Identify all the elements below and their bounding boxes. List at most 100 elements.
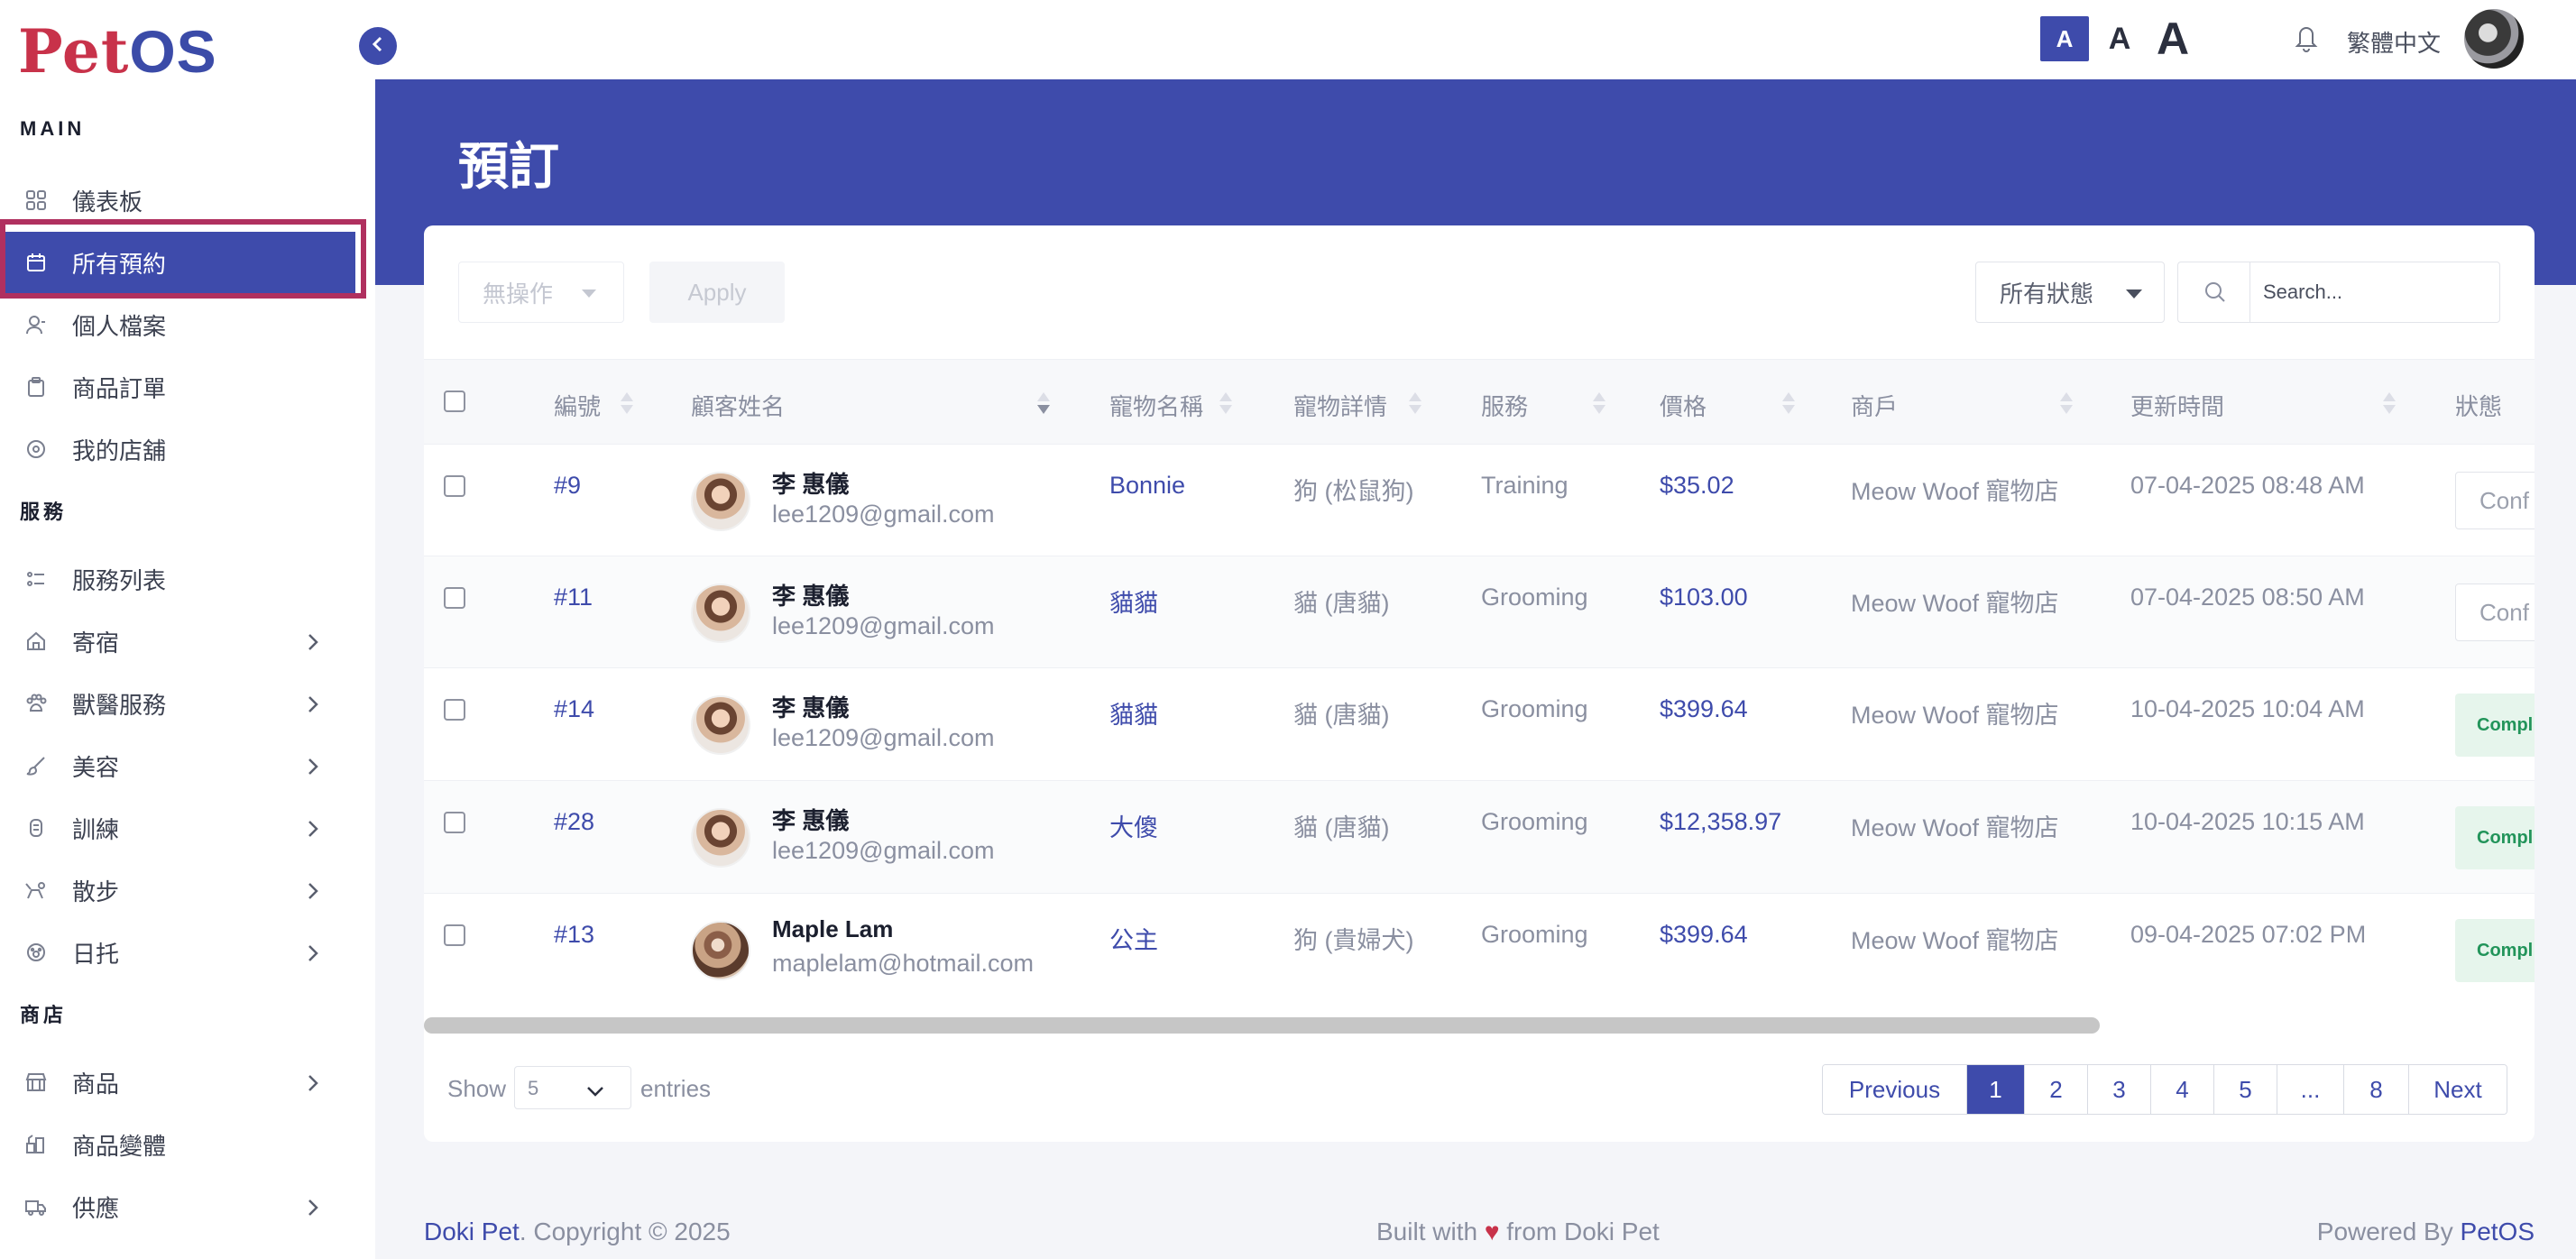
chevron-right-icon — [307, 942, 319, 970]
completed-status-badge: Compl — [2455, 806, 2535, 869]
footer-built-with: Built with ♥ from Doki Pet — [1376, 1218, 1660, 1246]
sidebar-item-grooming[interactable]: 美容 — [0, 735, 364, 796]
pagination-page-1[interactable]: 1 — [1967, 1065, 2025, 1114]
sidebar-item-label: 供應 — [72, 1194, 120, 1222]
sidebar-item-product-variants[interactable]: 商品變體 — [0, 1114, 364, 1175]
customer-avatar — [691, 695, 750, 755]
column-header-pet-details[interactable]: 寵物詳情 — [1293, 389, 1387, 422]
row-checkbox[interactable] — [444, 699, 465, 721]
service: Grooming — [1481, 584, 1588, 611]
row-checkbox[interactable] — [444, 812, 465, 833]
booking-id[interactable]: #9 — [554, 472, 581, 500]
table-row[interactable]: #13 Maple Lam maplelam@hotmail.com 公主 狗 … — [424, 893, 2535, 1006]
section-label-main: MAIN — [20, 117, 86, 140]
booking-id[interactable]: #14 — [554, 695, 594, 723]
sidebar-item-my-store[interactable]: 我的店舖 — [0, 418, 364, 480]
bell-icon[interactable] — [2293, 22, 2320, 54]
sidebar-collapse-button[interactable] — [359, 27, 397, 65]
medal-icon — [25, 817, 47, 839]
footer-petos-link[interactable]: PetOS — [2461, 1218, 2535, 1245]
row-checkbox[interactable] — [444, 475, 465, 497]
sort-icon[interactable] — [1037, 392, 1050, 418]
sidebar-item-profile[interactable]: 個人檔案 — [0, 294, 364, 355]
select-all-checkbox[interactable] — [444, 391, 465, 412]
column-header-customer[interactable]: 顧客姓名 — [691, 389, 785, 422]
section-label-shop: 商店 — [20, 1004, 68, 1026]
pagination-page-2[interactable]: 2 — [2025, 1065, 2088, 1114]
customer-email: lee1209@gmail.com — [772, 837, 995, 864]
shop-icon — [25, 1071, 47, 1093]
column-header-updated[interactable]: 更新時間 — [2130, 389, 2224, 422]
sidebar-item-boarding[interactable]: 寄宿 — [0, 611, 364, 672]
pagination-page-3[interactable]: 3 — [2088, 1065, 2151, 1114]
confirm-status-button[interactable]: Conf — [2455, 472, 2535, 529]
pagination-page-5[interactable]: 5 — [2214, 1065, 2277, 1114]
user-avatar[interactable] — [2464, 9, 2524, 69]
sidebar-item-products[interactable]: 商品 — [0, 1052, 364, 1113]
bulk-action-select[interactable]: 無操作 — [458, 262, 624, 323]
pet-name[interactable]: Bonnie — [1109, 472, 1185, 500]
price: $399.64 — [1660, 695, 1748, 722]
column-header-status[interactable]: 狀態 — [2455, 389, 2502, 422]
sidebar-item-training[interactable]: 訓練 — [0, 797, 364, 859]
font-size-small-button[interactable]: A — [2040, 16, 2089, 61]
completed-status-badge: Compl — [2455, 694, 2535, 757]
pet-name[interactable]: 貓貓 — [1109, 695, 1158, 731]
table-row[interactable]: #11 李 惠儀 lee1209@gmail.com 貓貓 貓 (唐貓) Gro… — [424, 556, 2535, 668]
language-selector[interactable]: 繁體中文 — [2347, 25, 2441, 59]
column-header-pet-name[interactable]: 寵物名稱 — [1109, 389, 1203, 422]
petos-logo[interactable]: PetOS — [18, 16, 217, 87]
sort-icon[interactable] — [1782, 392, 1795, 418]
booking-id[interactable]: #11 — [554, 584, 593, 611]
column-header-id[interactable]: 編號 — [554, 389, 601, 422]
row-checkbox[interactable] — [444, 587, 465, 609]
horizontal-scrollbar[interactable] — [424, 1017, 2100, 1034]
table-row[interactable]: #9 李 惠儀 lee1209@gmail.com Bonnie 狗 (松鼠狗)… — [424, 444, 2535, 556]
footer-brand-link[interactable]: Doki Pet — [424, 1218, 520, 1245]
updated-time: 09-04-2025 07:02 PM — [2130, 921, 2367, 948]
sidebar-item-walking[interactable]: 散步 — [0, 859, 364, 921]
merchant: Meow Woof 寵物店 — [1851, 478, 2059, 505]
status-filter-select[interactable]: 所有狀態 — [1975, 262, 2165, 323]
column-header-merchant[interactable]: 商戶 — [1851, 389, 1898, 422]
pagination-previous[interactable]: Previous — [1823, 1065, 1967, 1114]
section-label-services: 服務 — [20, 501, 68, 523]
column-header-service[interactable]: 服務 — [1481, 389, 1528, 422]
apply-button[interactable]: Apply — [649, 262, 785, 323]
booking-id[interactable]: #28 — [554, 808, 594, 836]
font-size-medium-button[interactable]: A — [2102, 16, 2138, 61]
pagination-page-4[interactable]: 4 — [2151, 1065, 2214, 1114]
entries-per-page-select[interactable]: 5 — [514, 1066, 631, 1109]
search-icon — [2177, 262, 2251, 323]
sidebar-item-vet-services[interactable]: 獸醫服務 — [0, 673, 364, 734]
sort-icon[interactable] — [2383, 392, 2396, 418]
column-header-price[interactable]: 價格 — [1660, 389, 1707, 422]
search-input[interactable] — [2249, 262, 2500, 323]
sidebar-item-supply[interactable]: 供應 — [0, 1176, 364, 1237]
sidebar-item-label: 我的店舖 — [72, 437, 167, 464]
sort-icon[interactable] — [1409, 392, 1421, 418]
sidebar-item-daycare[interactable]: 日托 — [0, 922, 364, 983]
sidebar-item-label: 商品 — [72, 1070, 120, 1098]
pet-name[interactable]: 公主 — [1109, 921, 1158, 956]
customer-email: lee1209@gmail.com — [772, 501, 995, 528]
sort-icon[interactable] — [1593, 392, 1605, 418]
pagination-next[interactable]: Next — [2409, 1065, 2507, 1114]
house-icon — [25, 630, 47, 652]
table-row[interactable]: #28 李 惠儀 lee1209@gmail.com 大傻 貓 (唐貓) Gro… — [424, 780, 2535, 893]
sort-icon[interactable] — [1219, 392, 1232, 418]
pet-name[interactable]: 大傻 — [1109, 808, 1158, 843]
pagination-page-8[interactable]: 8 — [2344, 1065, 2409, 1114]
sidebar-item-all-bookings[interactable]: 所有預約 — [5, 232, 355, 293]
sort-icon[interactable] — [621, 392, 633, 418]
sidebar-item-product-orders[interactable]: 商品訂單 — [0, 356, 364, 418]
sort-icon[interactable] — [2060, 392, 2073, 418]
row-checkbox[interactable] — [444, 924, 465, 946]
pet-name[interactable]: 貓貓 — [1109, 584, 1158, 619]
logo-os: OS — [129, 18, 217, 85]
font-size-large-button[interactable]: A — [2150, 14, 2195, 64]
confirm-status-button[interactable]: Conf — [2455, 584, 2535, 641]
table-row[interactable]: #14 李 惠儀 lee1209@gmail.com 貓貓 貓 (唐貓) Gro… — [424, 667, 2535, 780]
sidebar-item-service-list[interactable]: 服務列表 — [0, 548, 364, 610]
booking-id[interactable]: #13 — [554, 921, 594, 949]
